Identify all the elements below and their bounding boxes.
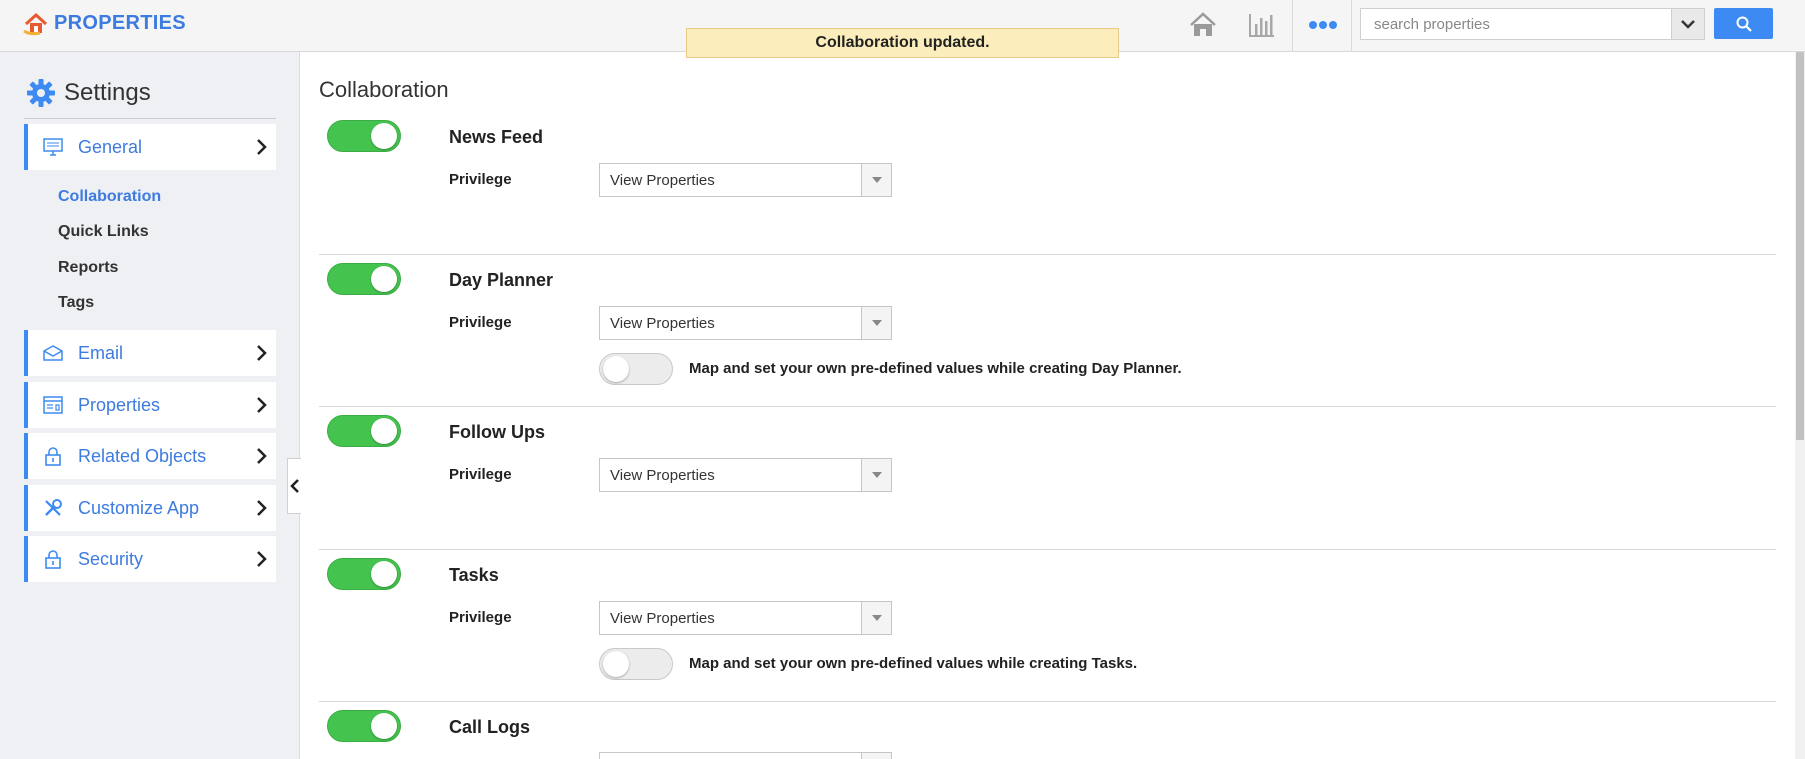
- search-button[interactable]: [1714, 8, 1773, 39]
- privilege-select[interactable]: View Properties: [599, 306, 892, 340]
- house-logo-icon: [23, 12, 48, 36]
- chevron-right-icon: [257, 345, 267, 361]
- sidebar-item-related-objects[interactable]: Related Objects: [24, 433, 276, 479]
- map-description: Map and set your own pre-defined values …: [689, 655, 1138, 672]
- envelope-icon: [42, 342, 64, 364]
- chevron-down-icon: [1681, 20, 1695, 29]
- lock-icon: [42, 445, 64, 467]
- window-icon: [42, 394, 64, 416]
- section-title: Call Logs: [449, 717, 531, 737]
- privilege-select[interactable]: [599, 752, 892, 759]
- home-icon[interactable]: [1186, 8, 1220, 42]
- sidebar-subitem-quick-links[interactable]: Quick Links: [58, 223, 149, 241]
- day-planner-toggle[interactable]: [327, 263, 401, 295]
- section-title: Tasks: [449, 565, 499, 585]
- privilege-select-value: View Properties: [610, 610, 715, 627]
- sidebar-item-properties[interactable]: Properties: [24, 382, 276, 428]
- privilege-select[interactable]: View Properties: [599, 458, 892, 492]
- privilege-select-value: View Properties: [610, 315, 715, 332]
- chevron-right-icon: [257, 139, 267, 155]
- search-box: [1360, 8, 1672, 40]
- app-brand[interactable]: PROPERTIES: [22, 9, 186, 37]
- sidebar-item-label: Security: [78, 548, 144, 569]
- map-description: Map and set your own pre-defined values …: [689, 360, 1182, 377]
- tasks-toggle[interactable]: [327, 558, 401, 590]
- privilege-select[interactable]: View Properties: [599, 601, 892, 635]
- sidebar-item-label: Properties: [78, 394, 161, 415]
- call-logs-toggle[interactable]: [327, 710, 401, 742]
- sidebar-item-label: Email: [78, 342, 124, 363]
- search-icon: [1736, 16, 1752, 32]
- chevron-right-icon: [257, 500, 267, 516]
- privilege-select[interactable]: View Properties: [599, 163, 892, 197]
- page-title: Collaboration: [319, 77, 449, 102]
- caret-down-icon: [861, 164, 891, 196]
- sidebar-item-general[interactable]: General: [24, 124, 276, 170]
- caret-down-icon: [861, 602, 891, 634]
- sidebar-item-label: Customize App: [78, 497, 200, 518]
- divider: [24, 118, 276, 119]
- toggle-knob: [603, 651, 629, 677]
- caret-down-icon: [861, 307, 891, 339]
- nav-divider: [1292, 0, 1293, 52]
- day-planner-map-toggle[interactable]: [599, 353, 673, 385]
- privilege-label: Privilege: [449, 314, 512, 331]
- toggle-knob: [371, 123, 397, 149]
- toggle-knob: [371, 561, 397, 587]
- settings-header: Settings: [26, 78, 151, 108]
- search-input[interactable]: [1361, 9, 1671, 39]
- section-title: Follow Ups: [449, 422, 545, 442]
- caret-down-icon: [861, 459, 891, 491]
- scrollbar-thumb[interactable]: [1796, 52, 1804, 440]
- bar-chart-icon[interactable]: [1245, 8, 1279, 42]
- privilege-label: Privilege: [449, 466, 512, 483]
- chevron-right-icon: [257, 397, 267, 413]
- follow-ups-toggle[interactable]: [327, 415, 401, 447]
- toggle-knob: [371, 713, 397, 739]
- tools-icon: [42, 497, 64, 519]
- main-content: Collaboration News Feed Privilege View P…: [301, 52, 1795, 759]
- app-name: PROPERTIES: [54, 11, 186, 34]
- lock-icon: [42, 548, 64, 570]
- sidebar-item-label: General: [78, 136, 143, 157]
- chevron-right-icon: [257, 448, 267, 464]
- chevron-left-icon: [289, 479, 299, 493]
- vertical-scrollbar[interactable]: [1795, 52, 1805, 759]
- toggle-knob: [371, 266, 397, 292]
- privilege-select-value: View Properties: [610, 467, 715, 484]
- sidebar-item-label: Related Objects: [78, 445, 207, 466]
- monitor-icon: [42, 136, 64, 158]
- section-divider: [319, 254, 1776, 255]
- sidebar-item-email[interactable]: Email: [24, 330, 276, 376]
- toast-notification: Collaboration updated.: [686, 28, 1119, 58]
- sidebar-item-security[interactable]: Security: [24, 536, 276, 582]
- sidebar-item-customize-app[interactable]: Customize App: [24, 485, 276, 531]
- privilege-label: Privilege: [449, 609, 512, 626]
- tasks-map-toggle[interactable]: [599, 648, 673, 680]
- news-feed-toggle[interactable]: [327, 120, 401, 152]
- settings-title: Settings: [64, 79, 151, 106]
- sidebar-subitem-reports[interactable]: Reports: [58, 259, 118, 277]
- section-divider: [319, 406, 1776, 407]
- toggle-knob: [603, 356, 629, 382]
- sidebar-subitem-collaboration[interactable]: Collaboration: [58, 188, 161, 206]
- sidebar-subitem-tags[interactable]: Tags: [58, 294, 94, 312]
- settings-sidebar: Settings General Collaboration Quick Lin…: [0, 52, 300, 759]
- gear-icon: [27, 79, 55, 107]
- caret-down-icon: [861, 753, 891, 759]
- chevron-right-icon: [257, 551, 267, 567]
- privilege-label: Privilege: [449, 171, 512, 188]
- more-dots-icon[interactable]: [1306, 8, 1340, 42]
- sidebar-collapse-button[interactable]: [287, 458, 301, 514]
- section-divider: [319, 549, 1776, 550]
- section-title: Day Planner: [449, 270, 554, 290]
- section-divider: [319, 701, 1776, 702]
- privilege-select-value: View Properties: [610, 172, 715, 189]
- search-scope-dropdown[interactable]: [1671, 8, 1705, 40]
- nav-divider: [1351, 0, 1352, 52]
- section-title: News Feed: [449, 127, 544, 147]
- toggle-knob: [371, 418, 397, 444]
